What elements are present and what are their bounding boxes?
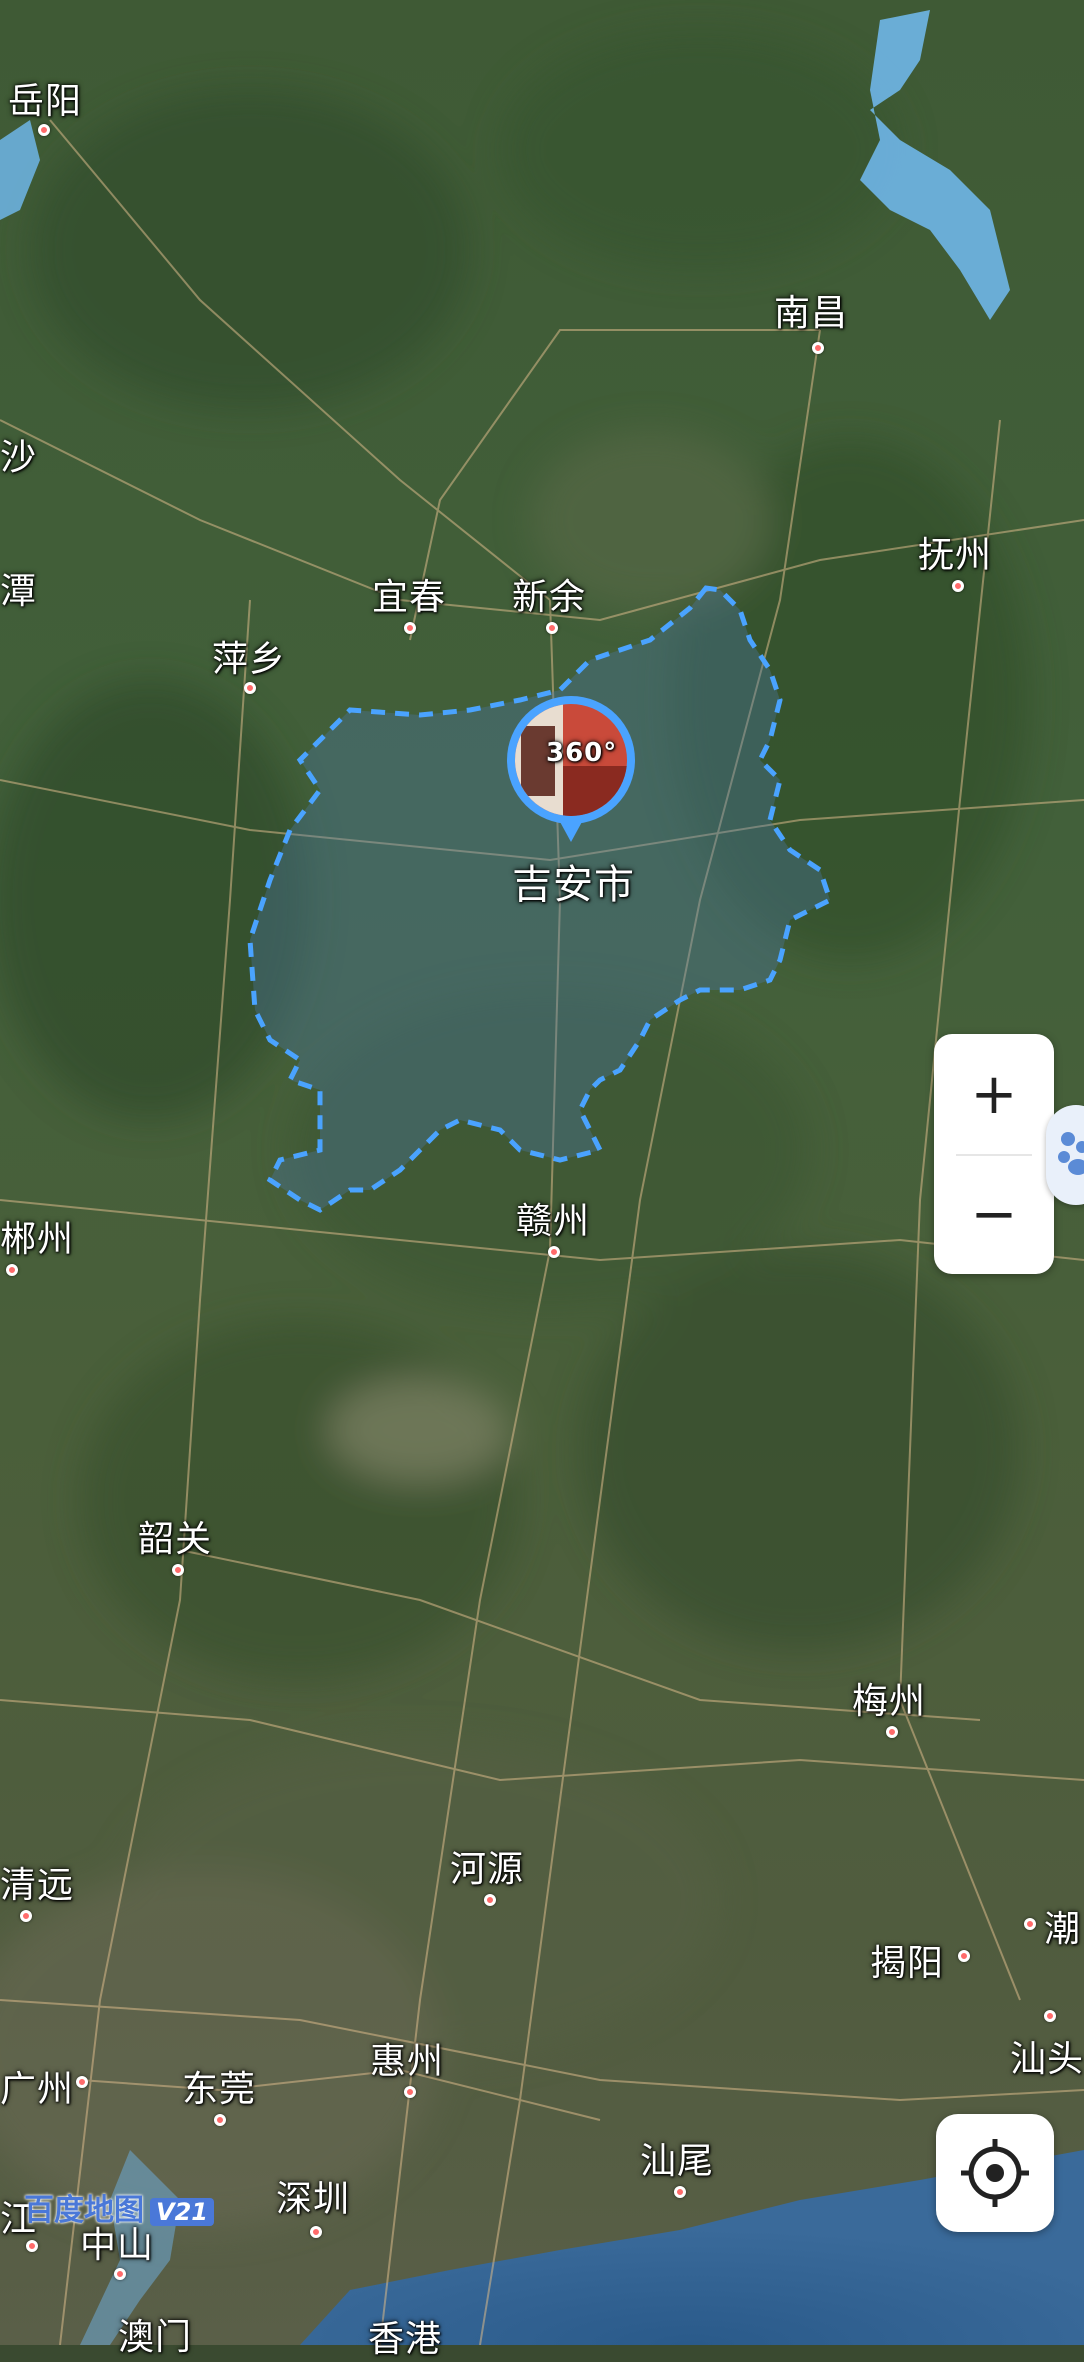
city-dot-jiangmen (26, 2240, 38, 2252)
city-dot-pingxiang (244, 682, 256, 694)
city-label-ganzhou[interactable]: 赣州 (516, 1192, 590, 1244)
city-dot-ganzhou (548, 1246, 560, 1258)
city-dot-zhongshan (114, 2268, 126, 2280)
city-dot-shantou (1044, 2010, 1056, 2022)
city-dot-chenzhou (6, 1264, 18, 1276)
city-dot-dongguan (214, 2114, 226, 2126)
city-label-yichun[interactable]: 宜春 (372, 568, 446, 620)
city-label-meizhou[interactable]: 梅州 (852, 1672, 926, 1724)
city-dot-qingyuan (20, 1910, 32, 1922)
city-dot-meizhou (886, 1726, 898, 1738)
city-label-pingxiang[interactable]: 萍乡 (212, 630, 286, 682)
city-label-guangzhou[interactable]: 广州 (0, 2060, 74, 2112)
city-label-yueyang[interactable]: 岳阳 (8, 72, 82, 124)
city-dot-guangzhou (76, 2076, 88, 2088)
city-dot-shanwei (674, 2186, 686, 2198)
city-label-xinyu[interactable]: 新余 (512, 568, 586, 620)
city-dot-yueyang (38, 124, 50, 136)
city-dot-jieyang (958, 1950, 970, 1962)
paw-icon (1058, 1132, 1084, 1175)
city-label-dongguan[interactable]: 东莞 (182, 2060, 256, 2112)
zoom-out-button[interactable]: − (934, 1154, 1054, 1274)
panorama-360-icon: 360° (546, 738, 618, 768)
city-label-nanchang[interactable]: 南昌 (774, 284, 848, 336)
city-label-shenzhen[interactable]: 深圳 (276, 2170, 350, 2222)
city-label-jieyang[interactable]: 揭阳 (870, 1934, 944, 1986)
logo-text: 百度地图 (24, 2193, 144, 2228)
city-dot-huizhou (404, 2086, 416, 2098)
city-dot-xinyu (546, 622, 558, 634)
city-label-xiangtan[interactable]: 潭 (0, 562, 37, 614)
zoom-control: + − (934, 1034, 1054, 1274)
satellite-map[interactable] (0, 0, 1084, 2345)
city-label-qingyuan[interactable]: 清远 (0, 1856, 74, 1908)
city-label-chenzhou[interactable]: 郴州 (0, 1210, 74, 1262)
city-dot-shenzhen (310, 2226, 322, 2238)
city-dot-fuzhou (952, 580, 964, 592)
city-label-heyuan[interactable]: 河源 (450, 1840, 524, 1892)
city-dot-yichun (404, 622, 416, 634)
city-label-huizhou[interactable]: 惠州 (370, 2032, 444, 2084)
locate-button[interactable] (936, 2114, 1054, 2232)
zoom-in-button[interactable]: + (934, 1034, 1054, 1154)
city-label-fuzhou[interactable]: 抚州 (918, 526, 992, 578)
crosshair-icon (961, 2139, 1029, 2207)
city-label-changsha[interactable]: 沙 (0, 428, 37, 480)
city-label-shantou[interactable]: 汕头 (1010, 2030, 1084, 2082)
side-tool-button[interactable] (1046, 1105, 1084, 1205)
version-badge: V21 (150, 2198, 214, 2226)
city-dot-heyuan (484, 1894, 496, 1906)
city-label-shanwei[interactable]: 汕尾 (640, 2132, 714, 2184)
region-label: 吉安市 (512, 862, 635, 908)
city-label-macau[interactable]: 澳门 (118, 2308, 192, 2360)
panorama-pin[interactable] (503, 696, 639, 856)
city-dot-nanchang (812, 342, 824, 354)
city-label-chaozhou[interactable]: 潮 (1044, 1900, 1081, 1952)
city-label-hongkong[interactable]: 香港 (368, 2310, 442, 2362)
baidu-map-logo: 百度地图 V21 (24, 2185, 214, 2229)
city-label-shaoguan[interactable]: 韶关 (138, 1510, 212, 1562)
city-dot-shaoguan (172, 1564, 184, 1576)
city-dot-chaozhou (1024, 1918, 1036, 1930)
